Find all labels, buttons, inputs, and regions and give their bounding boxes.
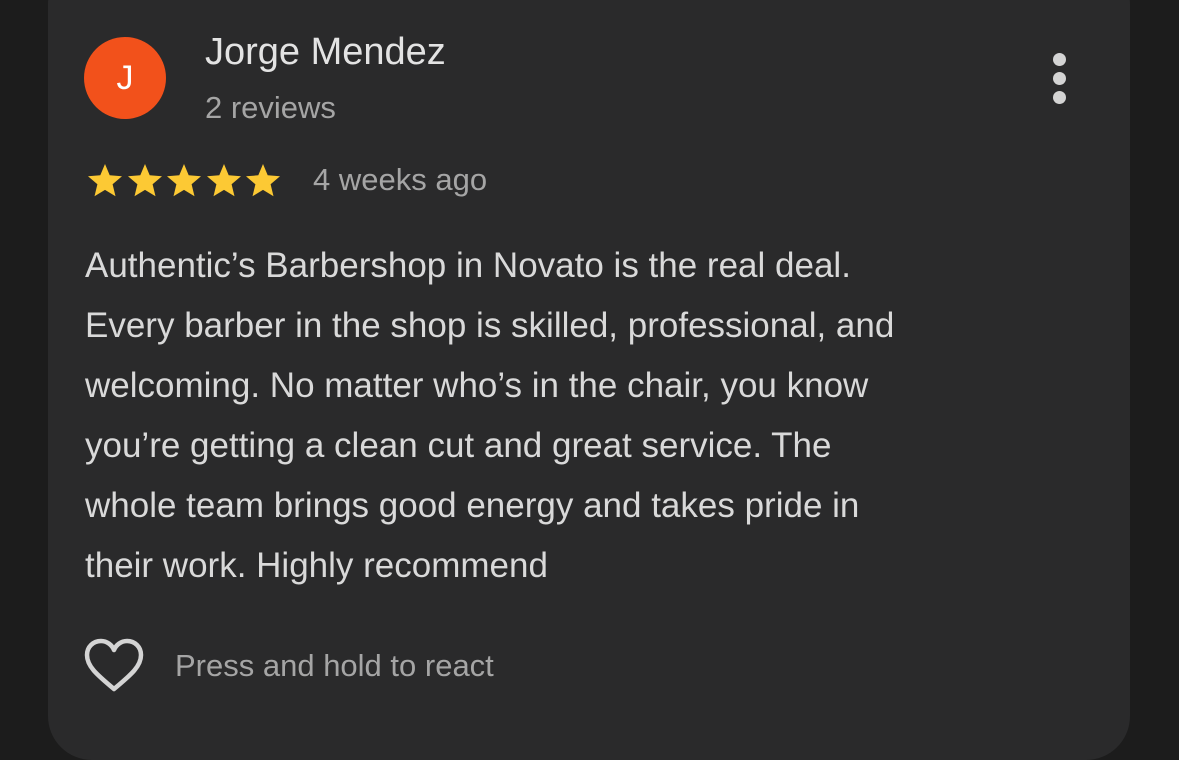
more-options-button[interactable]: [1038, 50, 1082, 106]
review-text: Authentic’s Barbershop in Novato is the …: [85, 236, 1085, 596]
review-text-line: whole team brings good energy and takes …: [85, 486, 860, 525]
review-time: 4 weeks ago: [313, 162, 488, 197]
star-icon: [167, 164, 201, 197]
review-text-line: you’re getting a clean cut and great ser…: [85, 426, 832, 465]
star-icon: [206, 164, 241, 197]
react-row[interactable]: Press and hold to react: [82, 636, 494, 696]
review-text-line: their work. Highly recommend: [85, 546, 548, 585]
review-count: 2 reviews: [205, 90, 336, 125]
review-text-line: welcoming. No matter who’s in the chair,…: [85, 366, 869, 405]
avatar-initial: J: [116, 59, 134, 97]
star-icon: [88, 164, 122, 197]
avatar[interactable]: J: [84, 37, 166, 119]
star-icon: [246, 164, 280, 197]
review-text-line: Authentic’s Barbershop in Novato is the …: [85, 246, 851, 285]
heart-icon[interactable]: [82, 636, 146, 696]
reviewer-name[interactable]: Jorge Mendez: [205, 28, 446, 76]
star-rating: [85, 162, 283, 200]
star-icon: [127, 164, 162, 197]
react-hint: Press and hold to react: [175, 648, 494, 683]
review-text-line: Every barber in the shop is skilled, pro…: [85, 306, 895, 345]
